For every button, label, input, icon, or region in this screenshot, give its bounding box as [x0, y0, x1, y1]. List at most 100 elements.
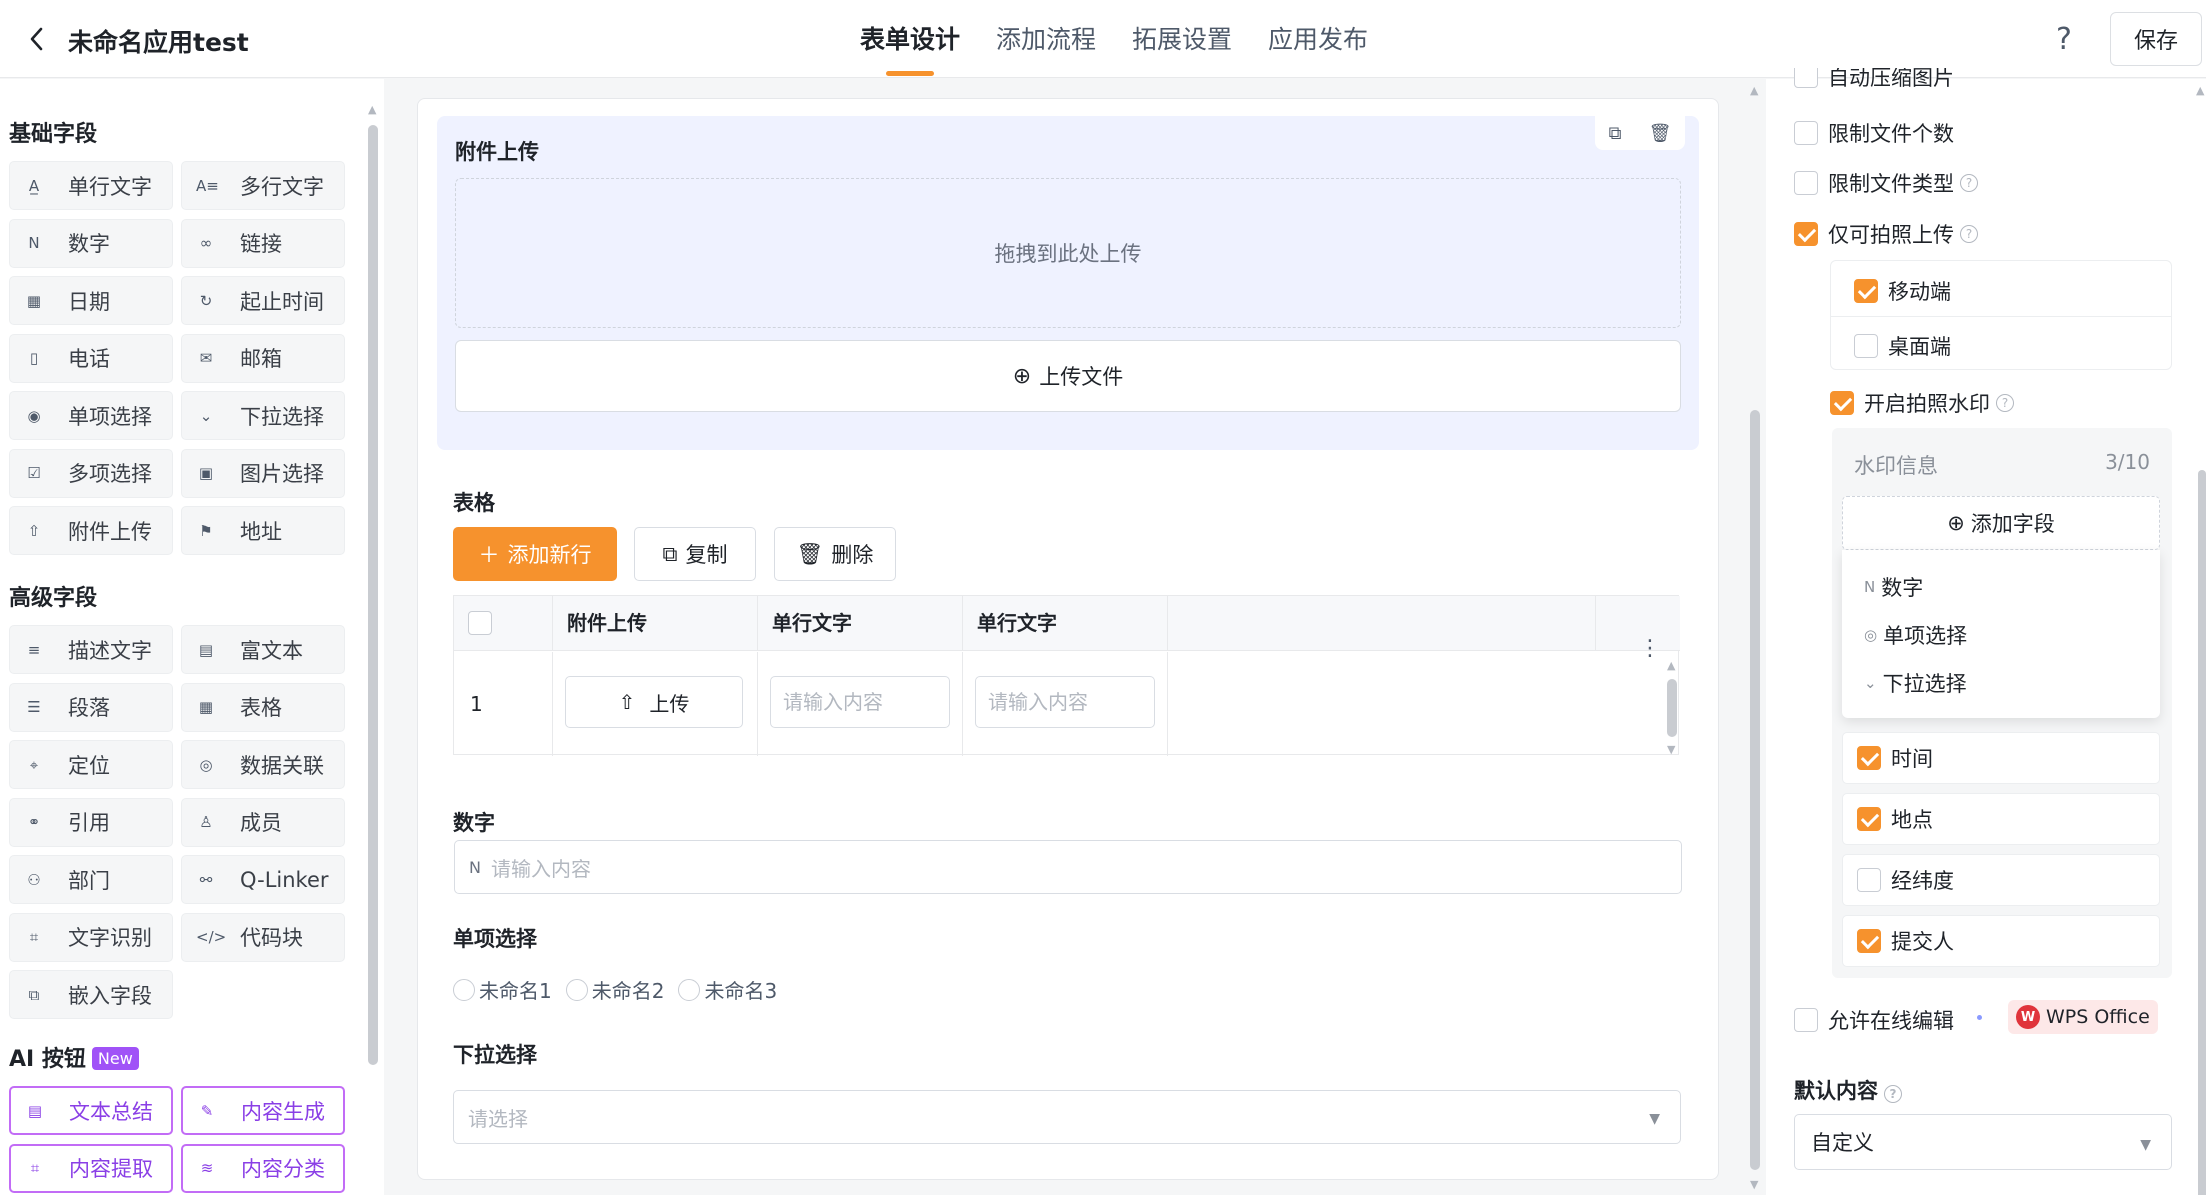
checkbox-checked[interactable]	[1857, 929, 1881, 953]
mobile-option[interactable]: 移动端	[1854, 276, 1951, 306]
palette-field-0[interactable]: ≡ 描述文字	[9, 625, 173, 674]
tab-add-flow[interactable]: 添加流程	[996, 0, 1096, 78]
dropdown-select[interactable]: 请选择 ▼	[453, 1090, 1681, 1144]
watermark-option[interactable]: 开启拍照水印 ?	[1830, 388, 2014, 418]
scroll-up-icon[interactable]: ▲	[1667, 659, 1675, 672]
table-scrollbar[interactable]: ▲ ▼	[1665, 659, 1679, 759]
palette-field-6[interactable]: ⚭ 引用	[9, 797, 173, 847]
tab-extension-settings[interactable]: 拓展设置	[1132, 0, 1232, 78]
checkbox[interactable]	[1794, 121, 1818, 145]
palette-field-3[interactable]: ≋ 内容分类	[181, 1143, 345, 1193]
watermark-item[interactable]: 时间	[1842, 732, 2160, 784]
checkbox-checked[interactable]	[1794, 222, 1818, 246]
watermark-item[interactable]: 地点	[1842, 793, 2160, 845]
right-scrollbar[interactable]: ▲	[2196, 80, 2206, 1195]
question-icon[interactable]: ?	[1884, 1085, 1902, 1103]
add-field-button[interactable]: ⊕ 添加字段	[1842, 496, 2160, 550]
photo-only-option[interactable]: 仅可拍照上传 ?	[1794, 219, 1978, 249]
checkbox[interactable]	[1857, 868, 1881, 892]
number-input[interactable]: N 请输入内容	[454, 840, 1682, 894]
palette-field-2[interactable]: ⌗ 内容提取	[9, 1143, 173, 1193]
canvas-scroll-thumb[interactable]	[1750, 410, 1760, 1170]
cell-upload-button[interactable]: ⇧ 上传	[565, 676, 743, 728]
palette-field-10[interactable]: ⌗ 文字识别	[9, 912, 173, 962]
add-row-button[interactable]: ＋ 添加新行	[453, 527, 617, 581]
cell-text-input[interactable]	[770, 676, 950, 728]
upload-file-button[interactable]: ⊕ 上传文件	[455, 340, 1681, 412]
palette-field-1[interactable]: ▤ 富文本	[181, 625, 345, 674]
upload-drop-zone[interactable]: 拖拽到此处上传	[455, 178, 1681, 328]
palette-field-10[interactable]: ☑ 多项选择	[9, 448, 173, 498]
question-icon[interactable]: ?	[1996, 394, 2014, 412]
limit-count-option[interactable]: 限制文件个数	[1794, 118, 1954, 148]
left-scrollbar[interactable]: ▲ ▼	[366, 103, 378, 1195]
palette-field-6[interactable]: ▯ 电话	[9, 333, 173, 383]
checkbox[interactable]	[1854, 334, 1878, 358]
back-icon[interactable]	[22, 22, 52, 56]
palette-field-13[interactable]: ⚑ 地址	[181, 506, 345, 555]
online-edit-option[interactable]: 允许在线编辑	[1794, 1005, 1954, 1035]
scroll-down-icon[interactable]: ▼	[1667, 743, 1675, 756]
palette-field-5[interactable]: ↻ 起止时间	[181, 276, 345, 325]
watermark-item[interactable]: 经纬度	[1842, 854, 2160, 906]
palette-field-5[interactable]: ◎ 数据关联	[181, 740, 345, 789]
right-scroll-thumb[interactable]	[2198, 470, 2206, 1195]
palette-field-4[interactable]: ▦ 日期	[9, 276, 173, 325]
table-scroll-thumb[interactable]	[1667, 679, 1677, 737]
palette-field-9[interactable]: ⚯ Q-Linker	[181, 855, 345, 904]
scroll-up-icon[interactable]: ▲	[1750, 84, 1758, 97]
scroll-up-icon[interactable]: ▲	[368, 103, 376, 116]
copy-icon[interactable]: ⧉	[1609, 123, 1622, 144]
row-more-icon[interactable]: ⋮	[1639, 636, 1661, 661]
help-icon[interactable]: ?	[2056, 22, 2072, 57]
limit-type-option[interactable]: 限制文件类型 ?	[1794, 168, 1978, 198]
palette-field-7[interactable]: ♙ 成员	[181, 797, 345, 847]
scroll-up-icon[interactable]: ▲	[2196, 84, 2204, 97]
select-all-checkbox[interactable]	[468, 611, 492, 635]
radio-option[interactable]: 未命名2	[565, 975, 664, 1004]
trash-icon[interactable]: 🗑	[1649, 123, 1672, 144]
tab-app-publish[interactable]: 应用发布	[1268, 0, 1368, 78]
default-content-select[interactable]: 自定义 ▼	[1794, 1114, 2172, 1170]
checkbox-checked[interactable]	[1830, 391, 1854, 415]
checkbox-checked[interactable]	[1857, 807, 1881, 831]
palette-field-8[interactable]: ⚇ 部门	[9, 855, 173, 904]
palette-field-11[interactable]: ▣ 图片选择	[181, 448, 345, 498]
radio-option[interactable]: 未命名1	[453, 975, 552, 1004]
palette-field-11[interactable]: </> 代码块	[181, 912, 345, 962]
palette-field-12[interactable]: ⧉ 嵌入字段	[9, 970, 173, 1019]
palette-field-1[interactable]: A≡ 多行文字	[181, 161, 345, 210]
desktop-option[interactable]: 桌面端	[1854, 331, 1951, 361]
checkbox-checked[interactable]	[1854, 279, 1878, 303]
palette-field-2[interactable]: ☰ 段落	[9, 682, 173, 732]
palette-field-3[interactable]: ▦ 表格	[181, 682, 345, 732]
copy-row-button[interactable]: ⧉ 复制	[634, 527, 756, 581]
dropdown-option[interactable]: ◎ 单项选择	[1864, 620, 1967, 650]
checkbox[interactable]	[1794, 68, 1818, 88]
save-button[interactable]: 保存	[2110, 12, 2202, 66]
palette-field-12[interactable]: ⇧ 附件上传	[9, 506, 173, 555]
dropdown-option[interactable]: N 数字	[1864, 572, 1923, 602]
palette-field-7[interactable]: ✉ 邮箱	[181, 333, 345, 383]
canvas-scrollbar[interactable]: ▲ ▼	[1748, 80, 1762, 1195]
delete-row-button[interactable]: 🗑 删除	[774, 527, 896, 581]
palette-field-2[interactable]: N 数字	[9, 218, 173, 268]
palette-field-4[interactable]: ⌖ 定位	[9, 740, 173, 789]
tab-form-design[interactable]: 表单设计	[860, 0, 960, 78]
scroll-down-icon[interactable]: ▼	[1750, 1178, 1758, 1191]
question-icon[interactable]: ?	[1960, 225, 1978, 243]
palette-field-9[interactable]: ⌄ 下拉选择	[181, 391, 345, 440]
checkbox[interactable]	[1794, 171, 1818, 195]
dropdown-option[interactable]: ⌄ 下拉选择	[1864, 668, 1967, 698]
palette-field-8[interactable]: ◉ 单项选择	[9, 391, 173, 440]
radio-option[interactable]: 未命名3	[678, 975, 777, 1004]
palette-field-1[interactable]: ✎ 内容生成	[181, 1086, 345, 1135]
left-scroll-thumb[interactable]	[368, 125, 378, 1065]
checkbox[interactable]	[1794, 1008, 1818, 1032]
palette-field-0[interactable]: ▤ 文本总结	[9, 1086, 173, 1135]
palette-field-3[interactable]: ∞ 链接	[181, 218, 345, 268]
checkbox-checked[interactable]	[1857, 746, 1881, 770]
auto-compress-option[interactable]: 自动压缩图片	[1794, 68, 1954, 88]
question-icon[interactable]: ?	[1960, 174, 1978, 192]
palette-field-0[interactable]: A̲ 单行文字	[9, 161, 173, 210]
